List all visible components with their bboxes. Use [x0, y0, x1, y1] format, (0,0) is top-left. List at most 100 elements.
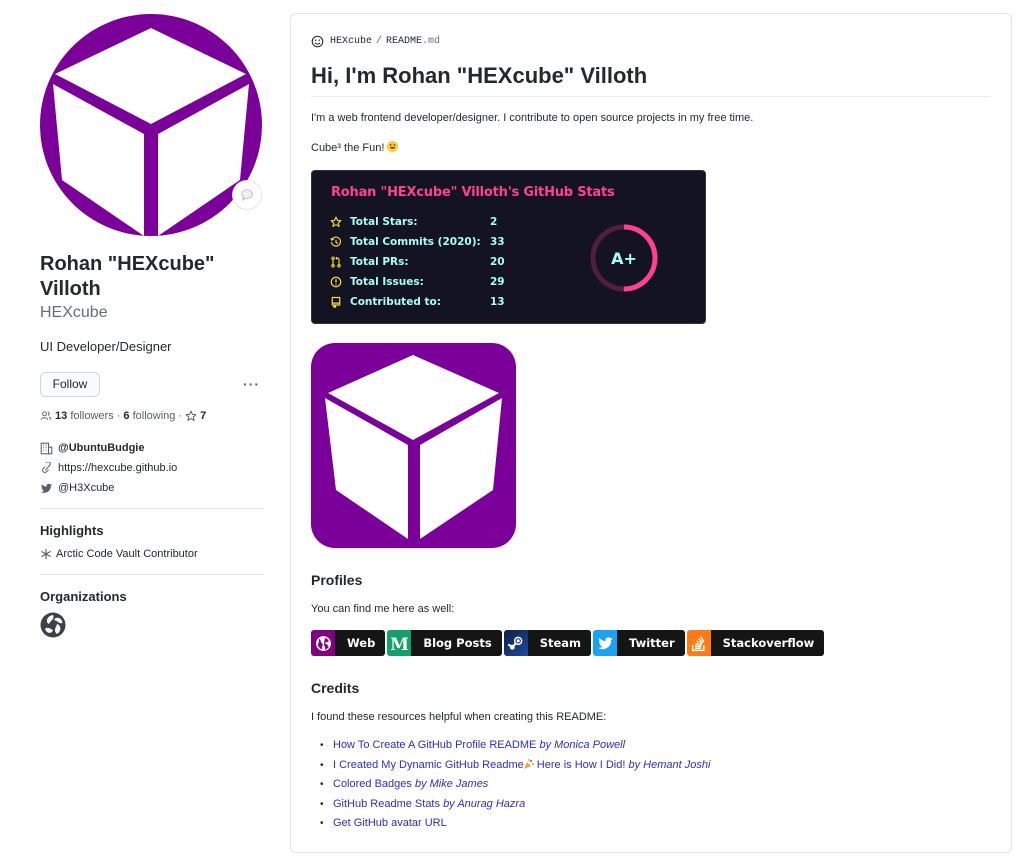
profiles-text: You can find me here as well: — [311, 603, 455, 615]
grinning-emoji-icon — [387, 141, 399, 152]
highlight-item[interactable]: Arctic Code Vault Contributor — [40, 548, 264, 560]
readme-tagline: Cube³ the Fun! — [311, 140, 991, 156]
cube-logo-icon — [53, 28, 249, 236]
speech-bubble-icon — [241, 189, 253, 202]
party-popper-emoji-icon — [523, 758, 534, 769]
follow-button[interactable]: Follow — [40, 371, 100, 397]
website-link[interactable]: https://hexcube.github.io — [58, 462, 177, 474]
organization-link[interactable]: @UbuntuBudgie — [58, 442, 145, 454]
more-options-button[interactable]: ··· — [243, 377, 264, 391]
divider — [40, 574, 264, 575]
stat-value: 13 — [490, 296, 505, 308]
credit-link[interactable]: How To Create A GitHub Profile README by… — [333, 739, 625, 751]
globe-icon — [311, 630, 335, 656]
profile-sidebar: Rohan "HEXcube" Villoth HEXcube UI Devel… — [40, 0, 264, 643]
credit-link[interactable]: Colored Badges by Mike James — [333, 778, 488, 790]
twitter-icon — [40, 483, 53, 493]
credit-item: GitHub Readme Stats by Anurag Hazra — [320, 795, 991, 815]
following-count: 6 — [123, 410, 130, 422]
badge-label: Blog Posts — [411, 630, 502, 656]
badge-stackoverflow[interactable]: Stackoverflow — [686, 630, 825, 656]
star-icon — [330, 216, 342, 227]
avatar-container — [40, 0, 264, 236]
svg-text:M: M — [391, 635, 408, 652]
stars-count: 7 — [200, 410, 207, 422]
follow-stats: 13 followers · 6 following · 7 — [40, 410, 264, 422]
stats-rows: Total Stars: 2 Total Commits (2020): 33 … — [330, 212, 505, 312]
credit-author: by Monica Powell — [539, 739, 626, 751]
hexcube-logo-image — [311, 343, 516, 548]
stat-label: Total Issues: — [350, 276, 424, 288]
breadcrumb-file-link[interactable]: README.md — [386, 36, 440, 47]
separator: · — [178, 410, 183, 422]
cube-logo-icon — [325, 355, 502, 539]
stat-value: 20 — [490, 256, 505, 268]
stat-label: Total PRs: — [350, 256, 409, 268]
badge-steam[interactable]: Steam — [503, 630, 592, 656]
badge-label: Web — [335, 630, 386, 656]
credits-text: I found these resources helpful when cre… — [311, 711, 607, 723]
credit-author: by Mike James — [414, 778, 489, 790]
badge-twitter[interactable]: Twitter — [593, 630, 685, 656]
ubuntu-budgie-org-avatar[interactable] — [40, 612, 66, 638]
breadcrumb-owner-link[interactable]: HEXcube — [330, 36, 372, 47]
profile-details: @UbuntuBudgie https://hexcube.github.io … — [40, 438, 264, 498]
stats-row-stars: Total Stars: 2 — [330, 212, 505, 232]
issue-icon — [330, 276, 342, 288]
credit-link[interactable]: I Created My Dynamic GitHub Readme Here … — [333, 759, 710, 771]
credit-link[interactable]: GitHub Readme Stats by Anurag Hazra — [333, 798, 525, 810]
stats-row-commits: Total Commits (2020): 33 — [330, 232, 505, 252]
stat-value: 2 — [490, 216, 498, 228]
stat-value: 33 — [490, 236, 505, 248]
profile-full-name: Rohan "HEXcube" Villoth — [40, 253, 215, 300]
twitter-link[interactable]: @H3Xcube — [58, 482, 114, 494]
smiley-icon — [311, 35, 324, 47]
credits-list: How To Create A GitHub Profile README by… — [311, 736, 991, 834]
profile-badges: Web M Blog Posts Steam Twitter Stackover… — [311, 630, 991, 656]
repo-icon — [331, 296, 341, 308]
history-icon — [330, 236, 342, 247]
medium-icon: M — [387, 630, 412, 656]
credit-item: Get GitHub avatar URL — [320, 814, 991, 834]
highlight-label: Arctic Code Vault Contributor — [56, 548, 198, 560]
profiles-heading: Profiles — [311, 572, 363, 588]
following-link[interactable]: 6 following — [123, 410, 175, 422]
website-detail: https://hexcube.github.io — [40, 458, 264, 478]
credit-item: How To Create A GitHub Profile README by… — [320, 736, 991, 756]
stat-label: Contributed to: — [350, 296, 441, 308]
badge-web[interactable]: Web — [311, 630, 386, 656]
readme-breadcrumb: HEXcube / README.md — [311, 34, 991, 48]
follow-row: Follow ··· — [40, 371, 264, 397]
organization-detail: @UbuntuBudgie — [40, 438, 264, 458]
badge-label: Steam — [527, 630, 592, 656]
badge-blog-posts[interactable]: M Blog Posts — [387, 630, 502, 656]
stats-card-title: Rohan "HEXcube" Villoth's GitHub Stats — [331, 185, 615, 200]
stats-row-prs: Total PRs: 20 — [330, 252, 505, 272]
link-icon — [42, 461, 51, 473]
organization-icon — [40, 442, 53, 454]
stat-label: Total Commits (2020): — [350, 236, 481, 248]
stat-value: 29 — [490, 276, 505, 288]
credit-title: How To Create A GitHub Profile README — [333, 739, 537, 751]
stars-link[interactable]: 7 — [185, 410, 206, 422]
organizations-heading: Organizations — [40, 589, 127, 604]
credit-link[interactable]: Get GitHub avatar URL — [333, 817, 447, 829]
profile-bio: UI Developer/Designer — [40, 339, 172, 354]
set-status-button[interactable] — [232, 180, 262, 210]
profile-username: HEXcube — [40, 304, 108, 321]
stackoverflow-icon — [686, 630, 711, 656]
breadcrumb-file-name: README — [386, 35, 423, 47]
credit-title: GitHub Readme Stats — [333, 797, 440, 810]
people-icon — [40, 411, 52, 420]
credit-author: by Anurag Hazra — [443, 797, 526, 810]
followers-link[interactable]: 13 followers — [55, 410, 114, 422]
following-label: following — [132, 410, 176, 422]
github-stats-card[interactable]: Rohan "HEXcube" Villoth's GitHub Stats T… — [311, 170, 706, 324]
separator: · — [116, 410, 121, 422]
tagline-text: Cube³ the Fun! — [311, 142, 385, 154]
twitter-detail: @H3Xcube — [40, 478, 264, 498]
credit-author: by Hemant Joshi — [628, 758, 711, 771]
star-icon — [185, 410, 197, 421]
credit-item: Colored Badges by Mike James — [320, 775, 991, 795]
avatar[interactable] — [40, 14, 262, 236]
